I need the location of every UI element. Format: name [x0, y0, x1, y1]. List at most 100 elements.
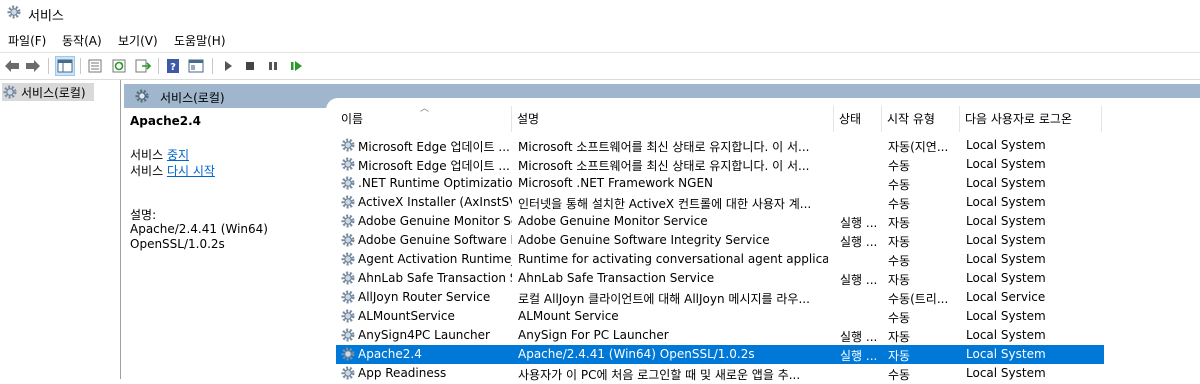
service-status-cell: 실행 ... — [840, 273, 878, 287]
service-name-cell: AllJoyn Router Service — [358, 290, 491, 304]
show-tree-icon[interactable] — [55, 56, 75, 76]
column-header-log-on-as[interactable]: 다음 사용자로 로그온 — [960, 106, 1102, 132]
window-title: 서비스 — [28, 9, 64, 24]
service-startup-type-cell: 자동(지연... — [888, 140, 949, 154]
service-gear-icon — [340, 327, 356, 346]
service-row[interactable]: AhnLab Safe Transaction S... AhnLab Safe … — [336, 269, 1104, 288]
console-icon[interactable] — [187, 57, 205, 75]
service-log-on-as-cell: Local System — [966, 233, 1046, 247]
restart-icon[interactable] — [287, 57, 305, 75]
restart-service-line: 서비스 다시 시작 — [130, 164, 215, 178]
restart-service-link[interactable]: 다시 시작 — [167, 164, 215, 178]
service-gear-icon — [340, 194, 356, 213]
service-name-cell: Apache2.4 — [358, 347, 422, 361]
services-pane: 서비스(로컬) Apache2.4 서비스 중지 서비스 다시 시작 설명: A… — [124, 80, 1200, 382]
refresh-icon[interactable] — [110, 57, 128, 75]
menu-file[interactable]: 파일(F) — [8, 32, 46, 49]
toolbar: ? — [0, 52, 1200, 80]
service-name-cell: .NET Runtime Optimization... — [358, 176, 512, 190]
properties-icon[interactable] — [86, 57, 104, 75]
service-description-cell: Adobe Genuine Software Integrity Service — [518, 233, 770, 247]
play-icon[interactable] — [219, 57, 237, 75]
service-gear-icon — [340, 156, 356, 175]
service-gear-icon — [340, 308, 356, 327]
service-gear-icon — [340, 346, 356, 365]
back-arrow-icon[interactable] — [3, 57, 21, 75]
service-row[interactable]: Microsoft Edge 업데이트 ... Microsoft 소프트웨어를 … — [336, 155, 1104, 174]
service-row[interactable]: AnySign4PC Launcher AnySign For PC Launch… — [336, 326, 1104, 345]
stop-icon[interactable] — [241, 57, 259, 75]
service-startup-type-cell: 수동 — [888, 311, 911, 325]
service-row[interactable]: .NET Runtime Optimization... Microsoft .N… — [336, 174, 1104, 193]
service-row[interactable]: AllJoyn Router Service 로컬 AllJoyn 클라이언트에 … — [336, 288, 1104, 307]
export-icon[interactable] — [134, 57, 152, 75]
service-row[interactable]: Microsoft Edge 업데이트 ... Microsoft 소프트웨어를 … — [336, 136, 1104, 155]
service-log-on-as-cell: Local System — [966, 252, 1046, 266]
service-name-cell: AnySign4PC Launcher — [358, 328, 490, 342]
service-log-on-as-cell: Local Service — [966, 290, 1046, 304]
menu-help[interactable]: 도움말(H) — [174, 32, 226, 49]
service-row[interactable]: ActiveX Installer (AxInstSV) 인터넷을 통해 설치한 … — [336, 193, 1104, 212]
service-name-cell: Adobe Genuine Monitor Se... — [358, 214, 512, 228]
menu-view[interactable]: 보기(V) — [118, 32, 158, 49]
service-row[interactable]: Adobe Genuine Monitor Se... Adobe Genuine… — [336, 212, 1104, 231]
column-header-startup-type[interactable]: 시작 유형 — [882, 106, 960, 132]
service-description-cell: Microsoft .NET Framework NGEN — [518, 176, 714, 190]
service-gear-icon — [340, 365, 356, 384]
service-log-on-as-cell: Local System — [966, 195, 1046, 209]
service-name-cell: Agent Activation Runtime_... — [358, 252, 512, 266]
pane-header-label: 서비스(로컬) — [160, 91, 225, 105]
service-description-cell: Microsoft 소프트웨어를 최신 상태로 유지합니다. 이 서... — [518, 140, 810, 154]
service-log-on-as-cell: Local System — [966, 138, 1046, 152]
column-header-description[interactable]: 설명 — [512, 106, 834, 132]
sort-ascending-icon: ︿ — [420, 104, 430, 114]
tree-node-services-local[interactable]: 서비스(로컬) — [2, 83, 94, 101]
service-gear-icon — [340, 137, 356, 156]
service-status-cell: 실행 ... — [840, 235, 878, 249]
service-log-on-as-cell: Local System — [966, 309, 1046, 323]
menu-action[interactable]: 동작(A) — [62, 32, 102, 49]
service-description-cell: Runtime for activating conversational ag… — [518, 252, 828, 266]
gear-icon — [134, 88, 150, 107]
column-header-status[interactable]: 상태 — [834, 106, 882, 132]
service-description-cell: 로컬 AllJoyn 클라이언트에 대해 AllJoyn 메시지를 라우... — [518, 292, 810, 306]
service-log-on-as-cell: Local System — [966, 176, 1046, 190]
service-log-on-as-cell: Local System — [966, 157, 1046, 171]
service-description-cell: AhnLab Safe Transaction Service — [518, 271, 715, 285]
service-name-cell: ALMountService — [358, 309, 455, 323]
service-description-cell: ALMount Service — [518, 309, 619, 323]
service-name-cell: Adobe Genuine Software I... — [358, 233, 512, 247]
service-row[interactable]: ALMountService ALMount Service 수동 Local Sys… — [336, 307, 1104, 326]
service-gear-icon — [340, 251, 356, 270]
service-log-on-as-cell: Local System — [966, 328, 1046, 342]
service-name-cell: Microsoft Edge 업데이트 ... — [358, 140, 510, 154]
service-description-cell: Adobe Genuine Monitor Service — [518, 214, 708, 228]
service-description-cell: 인터넷을 통해 설치한 ActiveX 컨트롤에 대한 사용자 계... — [518, 197, 812, 211]
service-startup-type-cell: 자동 — [888, 235, 911, 249]
service-status-cell: 실행 ... — [840, 349, 878, 363]
description-line-2: OpenSSL/1.0.2s — [130, 237, 225, 251]
service-description-cell: AnySign For PC Launcher — [518, 328, 669, 342]
service-row[interactable]: Agent Activation Runtime_... Runtime for … — [336, 250, 1104, 269]
service-log-on-as-cell: Local System — [966, 214, 1046, 228]
gear-icon — [3, 85, 17, 99]
service-startup-type-cell: 자동 — [888, 330, 911, 344]
service-startup-type-cell: 수동(트리... — [888, 292, 949, 306]
service-log-on-as-cell: Local System — [966, 366, 1046, 380]
service-name-cell: ActiveX Installer (AxInstSV) — [358, 195, 512, 209]
stop-service-link[interactable]: 중지 — [167, 148, 189, 162]
service-name-cell: App Readiness — [358, 366, 447, 380]
description-line-1: Apache/2.4.41 (Win64) — [130, 222, 268, 236]
forward-arrow-icon[interactable] — [24, 57, 42, 75]
help-icon[interactable]: ? — [164, 57, 182, 75]
service-row[interactable]: Adobe Genuine Software I... Adobe Genuine… — [336, 231, 1104, 250]
services-gear-icon — [6, 4, 22, 23]
service-startup-type-cell: 자동 — [888, 349, 911, 363]
pause-icon[interactable] — [264, 57, 282, 75]
service-gear-icon — [340, 289, 356, 308]
column-header-name[interactable]: ︿ 이름 — [336, 104, 512, 132]
service-row[interactable]: Apache2.4 Apache/2.4.41 (Win64) OpenSSL/1… — [336, 345, 1104, 364]
description-label: 설명: — [130, 208, 157, 222]
service-row[interactable]: App Readiness 사용자가 이 PC에 처음 로그인할 때 및 새로운 … — [336, 364, 1104, 383]
service-gear-icon — [340, 213, 356, 232]
